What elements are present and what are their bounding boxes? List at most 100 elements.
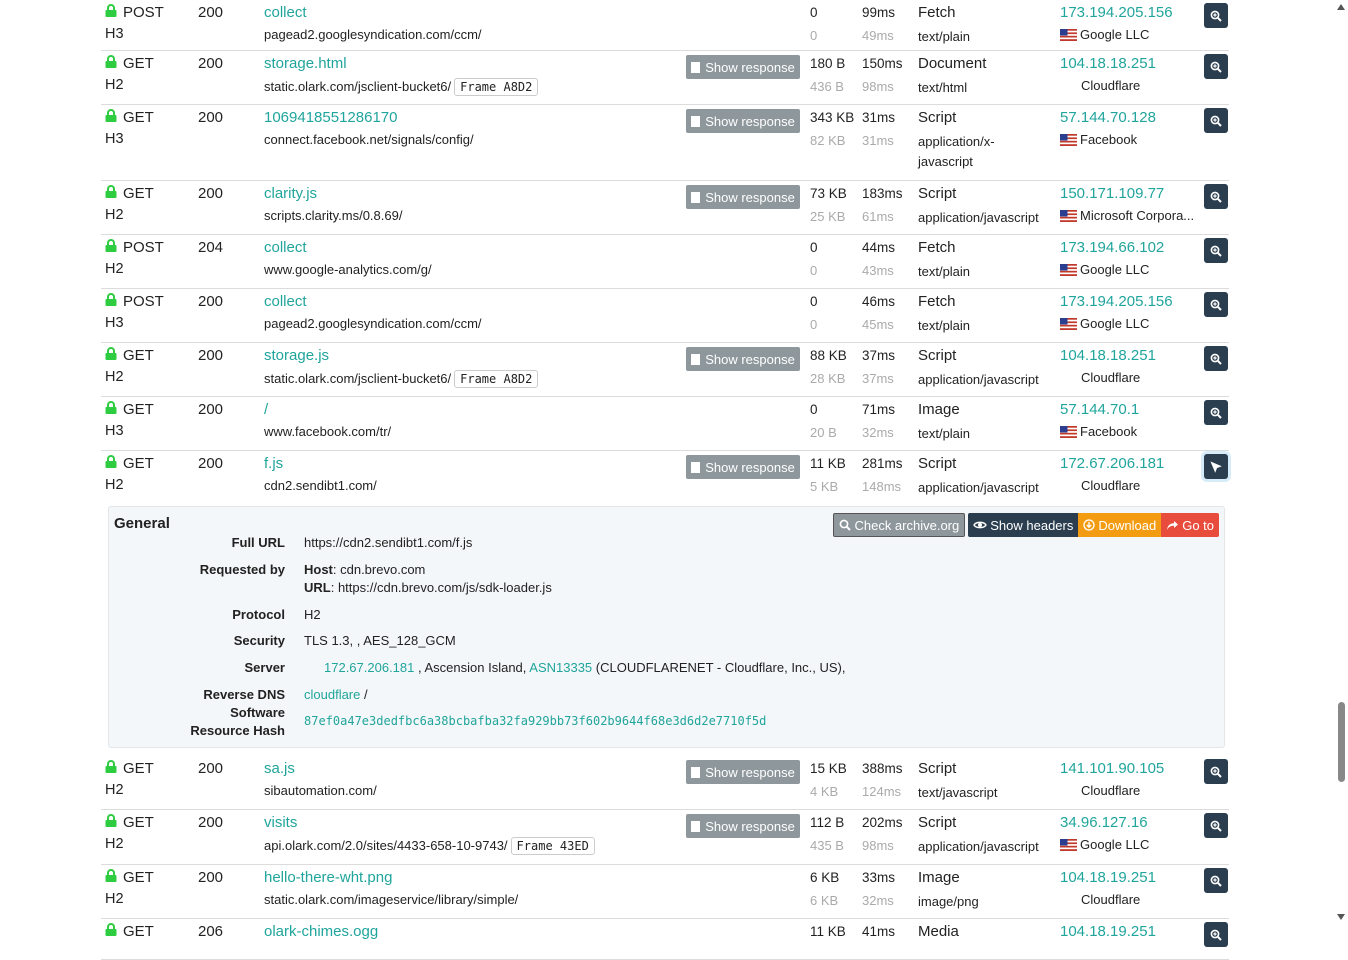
request-details-button[interactable]	[1204, 400, 1228, 425]
request-file-link[interactable]: collect	[264, 239, 307, 256]
security-label: Security	[233, 633, 285, 648]
go-to-button[interactable]: Go to	[1161, 513, 1219, 537]
request-file-link[interactable]: storage.html	[264, 55, 347, 72]
request-latency: 37ms	[862, 371, 894, 386]
request-path: sibautomation.com/	[264, 783, 377, 798]
request-status: 200	[198, 185, 224, 202]
request-details-button[interactable]	[1204, 54, 1228, 79]
server-asn-link[interactable]: ASN13335	[529, 660, 592, 675]
ip-address-link[interactable]: 141.101.90.105	[1060, 760, 1164, 777]
request-file-link[interactable]: clarity.js	[264, 185, 317, 202]
request-latency: 32ms	[862, 893, 894, 908]
ip-address-link[interactable]: 104.18.18.251	[1060, 347, 1156, 364]
request-file-link[interactable]: hello-there-wht.png	[264, 869, 392, 886]
request-details-button[interactable]	[1204, 346, 1228, 371]
zoom-in-icon	[1210, 115, 1222, 127]
resource-hash-label: Resource Hash	[190, 723, 285, 738]
lock-icon	[105, 814, 117, 827]
response-size: 180 B	[810, 56, 846, 71]
response-size: 0	[810, 294, 818, 309]
request-time: 44ms	[862, 240, 896, 255]
check-archive-button[interactable]: Check archive.org	[833, 513, 966, 537]
file-icon	[691, 61, 701, 73]
mime-type: application/javascript	[918, 210, 1039, 225]
request-protocol: H3	[105, 315, 124, 331]
response-size: 73 KB	[810, 186, 847, 201]
security-value: TLS 1.3, , AES_128_GCM	[304, 633, 456, 648]
mime-type: text/javascript	[918, 785, 998, 800]
ip-address-link[interactable]: 57.144.70.1	[1060, 401, 1139, 418]
request-file-link[interactable]: collect	[264, 293, 307, 310]
request-details-button[interactable]	[1204, 868, 1228, 893]
request-path-text: sibautomation.com/	[264, 783, 377, 798]
request-details-button[interactable]	[1204, 3, 1228, 28]
request-file-link[interactable]: sa.js	[264, 760, 295, 777]
request-protocol: H2	[105, 477, 124, 493]
ip-address-link[interactable]: 173.194.205.156	[1060, 293, 1173, 310]
scroll-up-arrow-icon[interactable]	[1337, 4, 1345, 10]
request-protocol: H2	[105, 207, 124, 223]
show-response-button[interactable]: Show response	[686, 760, 800, 784]
lock-icon	[105, 869, 117, 882]
ip-address-link[interactable]: 150.171.109.77	[1060, 185, 1164, 202]
ip-address-link[interactable]: 173.194.205.156	[1060, 4, 1173, 21]
request-file-link[interactable]: storage.js	[264, 347, 329, 364]
request-method: GET	[123, 401, 154, 418]
request-row: GET H3 200 / www.facebook.com/tr/ 0 20 B…	[101, 397, 1229, 451]
request-method: GET	[123, 455, 154, 472]
scrollbar[interactable]	[1334, 0, 1348, 926]
ip-address-link[interactable]: 34.96.127.16	[1060, 814, 1148, 831]
request-row: GET H2 200 clarity.js scripts.clarity.ms…	[101, 181, 1229, 235]
request-details-button[interactable]	[1204, 238, 1228, 263]
request-status: 200	[198, 55, 224, 72]
lock-icon	[105, 185, 117, 198]
request-details-button[interactable]	[1204, 454, 1228, 479]
request-status: 200	[198, 347, 224, 364]
reverse-dns-link[interactable]: cloudflare	[304, 687, 360, 702]
show-response-button[interactable]: Show response	[686, 347, 800, 371]
request-details-button[interactable]	[1204, 759, 1228, 784]
show-headers-button[interactable]: Show headers	[968, 513, 1079, 537]
request-details-button[interactable]	[1204, 184, 1228, 209]
show-response-button[interactable]: Show response	[686, 185, 800, 209]
zoom-in-icon	[1210, 299, 1222, 311]
request-file-link[interactable]: 1069418551286170	[264, 109, 397, 126]
request-path: scripts.clarity.ms/0.8.69/	[264, 208, 402, 223]
show-response-label: Show response	[705, 764, 795, 780]
server-ip-link[interactable]: 172.67.206.181	[324, 660, 414, 675]
show-response-button[interactable]: Show response	[686, 455, 800, 479]
requested-by-label: Requested by	[199, 562, 285, 577]
request-file-link[interactable]: /	[264, 401, 268, 418]
request-path: www.google-analytics.com/g/	[264, 262, 432, 277]
request-file-link[interactable]: f.js	[264, 455, 283, 472]
ip-address-link[interactable]: 57.144.70.128	[1060, 109, 1156, 126]
show-response-button[interactable]: Show response	[686, 814, 800, 838]
transfer-size: 0	[810, 263, 818, 278]
show-response-button[interactable]: Show response	[686, 109, 800, 133]
zoom-in-icon	[1210, 766, 1222, 778]
request-details-button[interactable]	[1204, 108, 1228, 133]
scrollbar-thumb[interactable]	[1338, 702, 1345, 782]
request-details-button[interactable]	[1204, 292, 1228, 317]
mime-type: text/plain	[918, 318, 971, 333]
ip-address-link[interactable]: 172.67.206.181	[1060, 455, 1164, 472]
request-details-button[interactable]	[1204, 813, 1228, 838]
file-icon	[691, 115, 701, 127]
requested-by-host: Host: cdn.brevo.com	[304, 562, 552, 577]
request-file-link[interactable]: visits	[264, 814, 297, 831]
request-time: 202ms	[862, 815, 903, 830]
scroll-down-arrow-icon[interactable]	[1337, 914, 1345, 920]
request-latency: 45ms	[862, 317, 894, 332]
ip-address-link[interactable]: 104.18.19.251	[1060, 869, 1156, 886]
request-status: 200	[198, 455, 224, 472]
show-response-button[interactable]: Show response	[686, 55, 800, 79]
request-path: www.facebook.com/tr/	[264, 424, 391, 439]
file-icon	[691, 461, 701, 473]
ip-address-link[interactable]: 104.18.18.251	[1060, 55, 1156, 72]
transfer-size: 82 KB	[810, 133, 846, 148]
download-button[interactable]: Download	[1078, 513, 1162, 537]
ip-address-link[interactable]: 173.194.66.102	[1060, 239, 1164, 256]
mime-type: application/javascript	[918, 372, 1039, 387]
request-row: POST H3 200 collect pagead2.googlesyndic…	[101, 289, 1229, 343]
request-file-link[interactable]: collect	[264, 4, 307, 21]
